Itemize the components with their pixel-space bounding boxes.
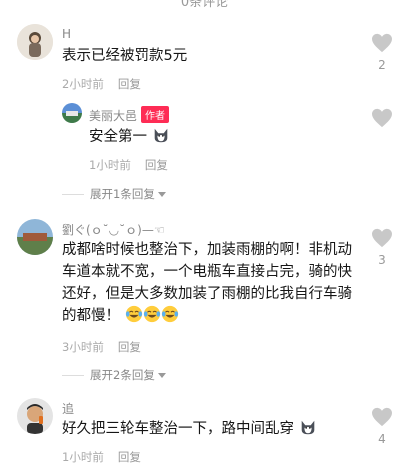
reply-button[interactable]: 回复 <box>118 77 141 91</box>
comment-meta: 1小时前 回复 <box>62 449 141 465</box>
username[interactable]: 美丽大邑 作者 <box>89 106 170 124</box>
divider <box>62 194 84 195</box>
like-button[interactable]: 2 <box>369 33 395 72</box>
chevron-down-icon <box>157 192 166 197</box>
reply-button[interactable]: 回复 <box>118 340 141 354</box>
timestamp: 3小时前 <box>62 340 104 354</box>
heart-icon <box>372 108 392 128</box>
husky-emoji-icon <box>301 420 314 435</box>
timestamp: 1小时前 <box>89 158 131 172</box>
author-badge: 作者 <box>141 106 170 123</box>
timestamp: 2小时前 <box>62 77 104 91</box>
like-count: 4 <box>378 432 386 446</box>
reply-button[interactable]: 回复 <box>145 158 168 172</box>
expand-replies-button[interactable]: 展开2条回复 <box>62 367 166 383</box>
comment-meta: 2小时前 回复 <box>62 76 141 92</box>
username[interactable]: 追 <box>62 400 74 417</box>
comment-text: 安全第一 <box>89 126 170 148</box>
like-button[interactable] <box>369 108 395 132</box>
avatar[interactable] <box>62 103 82 123</box>
chevron-down-icon <box>157 373 166 378</box>
avatar[interactable] <box>17 24 53 60</box>
username[interactable]: H <box>62 27 71 41</box>
laughing-crying-emoji-icon <box>143 305 160 323</box>
heart-icon <box>372 33 392 53</box>
expand-replies-button[interactable]: 展开1条回复 <box>62 186 166 202</box>
avatar[interactable] <box>17 219 53 255</box>
comment-meta: 1小时前 回复 <box>89 157 168 173</box>
username[interactable]: 劉ぐ(ｏ˘◡˘ｏ)—☜ <box>62 221 165 238</box>
like-button[interactable]: 3 <box>369 228 395 267</box>
reply-button[interactable]: 回复 <box>118 450 141 464</box>
laughing-crying-emoji-icon <box>161 305 178 323</box>
like-button[interactable]: 4 <box>369 407 395 446</box>
husky-emoji-icon <box>154 128 167 143</box>
comment-text: 成都啥时候也整治下，加装雨棚的啊！非机动 车道本就不宽，一个电瓶车直接占完，骑的… <box>62 242 352 324</box>
laughing-crying-emoji-icon <box>125 305 142 323</box>
heart-icon <box>372 407 392 427</box>
comment-text: 表示已经被罚款5元 <box>62 48 188 64</box>
timestamp: 1小时前 <box>62 450 104 464</box>
divider <box>62 375 84 376</box>
comment-text: 好久把三轮车整治一下，路中间乱穿 <box>62 418 317 440</box>
heart-icon <box>372 228 392 248</box>
avatar[interactable] <box>17 398 53 434</box>
like-count: 3 <box>378 253 386 267</box>
like-count: 2 <box>378 58 386 72</box>
comment-meta: 3小时前 回复 <box>62 339 141 355</box>
section-header: 0条评论 <box>180 0 229 10</box>
